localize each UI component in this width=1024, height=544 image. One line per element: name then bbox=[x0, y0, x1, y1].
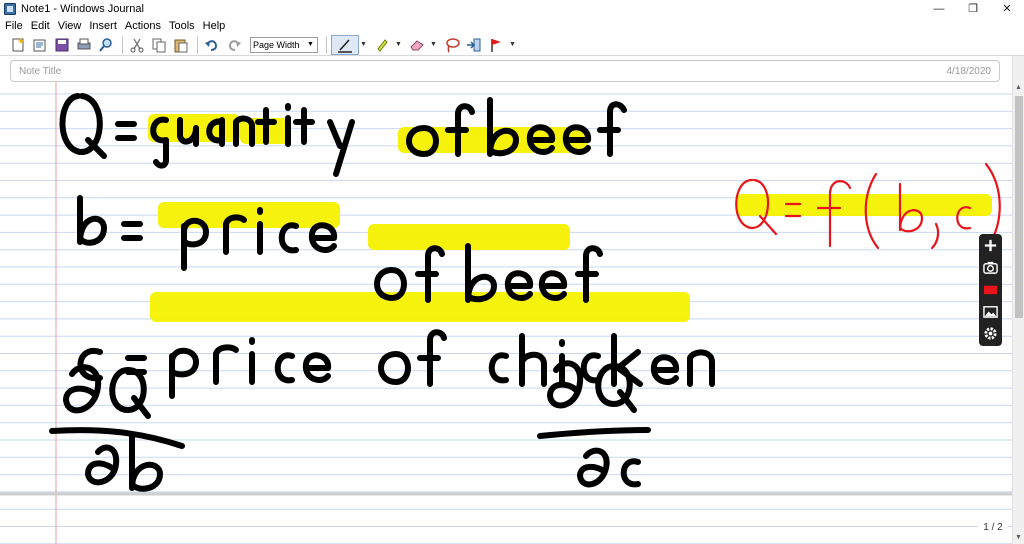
menu-bar: File Edit View Insert Actions Tools Help bbox=[0, 17, 1024, 34]
close-button[interactable]: ✕ bbox=[990, 0, 1024, 17]
highlighter-dropdown-icon[interactable]: ▼ bbox=[394, 41, 403, 48]
find-button[interactable] bbox=[96, 35, 116, 55]
save-icon bbox=[55, 38, 69, 51]
pen-icon bbox=[338, 38, 352, 53]
highlighter-icon bbox=[377, 38, 388, 52]
cut-icon bbox=[130, 38, 144, 52]
undo-button[interactable] bbox=[202, 35, 222, 55]
menu-actions[interactable]: Actions bbox=[124, 20, 166, 32]
settings-icon bbox=[984, 326, 997, 340]
note-page[interactable]: Note Title 4/18/2020 1 / 2 bbox=[0, 56, 1012, 544]
copy-button[interactable] bbox=[149, 35, 169, 55]
new-note-icon bbox=[12, 37, 24, 51]
flag-icon bbox=[491, 38, 501, 52]
find-icon bbox=[99, 37, 112, 52]
pen-dropdown-icon[interactable]: ▼ bbox=[359, 41, 368, 48]
note-date: 4/18/2020 bbox=[946, 66, 992, 77]
menu-help[interactable]: Help bbox=[202, 20, 231, 32]
menu-tools[interactable]: Tools bbox=[168, 20, 200, 32]
screenshot-button[interactable] bbox=[981, 258, 1000, 276]
note-title-box[interactable]: Note Title 4/18/2020 bbox=[10, 60, 1000, 82]
eraser-icon bbox=[410, 39, 424, 50]
save-button[interactable] bbox=[52, 35, 72, 55]
menu-edit[interactable]: Edit bbox=[30, 20, 55, 32]
settings-button[interactable] bbox=[981, 324, 1000, 342]
copy-icon bbox=[152, 38, 166, 52]
minimize-button[interactable]: — bbox=[922, 0, 956, 17]
open-button[interactable] bbox=[30, 35, 50, 55]
redo-button[interactable] bbox=[224, 35, 244, 55]
toolbar: Page Width ▼ ▼ ▼ ▼ ▼ bbox=[0, 34, 1024, 56]
paste-icon bbox=[174, 39, 188, 52]
window-title: Note1 - Windows Journal bbox=[21, 2, 144, 15]
cut-button[interactable] bbox=[127, 35, 147, 55]
flag-button[interactable] bbox=[486, 35, 506, 55]
note-title-placeholder: Note Title bbox=[19, 66, 62, 77]
lasso-select-icon bbox=[446, 37, 460, 53]
page-indicator: 1 / 2 bbox=[978, 522, 1008, 536]
record-button[interactable] bbox=[981, 280, 1000, 298]
image-icon bbox=[983, 305, 998, 318]
vertical-scrollbar[interactable]: ▲ ▼ bbox=[1012, 56, 1024, 544]
print-icon bbox=[77, 38, 91, 49]
menu-file[interactable]: File bbox=[4, 20, 28, 32]
toolbar-separator bbox=[326, 35, 327, 54]
paste-button[interactable] bbox=[171, 35, 191, 55]
add-button[interactable] bbox=[981, 236, 1000, 254]
image-button[interactable] bbox=[981, 302, 1000, 320]
insert-space-button[interactable] bbox=[464, 35, 484, 55]
title-bar: Note1 - Windows Journal — ❐ ✕ bbox=[0, 0, 1024, 17]
eraser-dropdown-icon[interactable]: ▼ bbox=[429, 41, 438, 48]
toolbar-separator bbox=[122, 35, 123, 54]
insert-space-icon bbox=[467, 38, 481, 51]
menu-insert[interactable]: Insert bbox=[88, 20, 122, 32]
undo-icon bbox=[205, 39, 218, 51]
highlighter-button[interactable] bbox=[372, 35, 392, 55]
restore-button[interactable]: ❐ bbox=[956, 0, 990, 17]
zoom-select[interactable]: Page Width ▼ bbox=[250, 36, 318, 53]
new-note-button[interactable] bbox=[8, 35, 28, 55]
journal-app-icon bbox=[4, 2, 16, 15]
recorder-panel bbox=[979, 234, 1002, 346]
camera-icon bbox=[983, 261, 998, 274]
chevron-down-icon: ▼ bbox=[307, 41, 314, 48]
window-controls: — ❐ ✕ bbox=[922, 0, 1024, 17]
toolbar-separator bbox=[197, 35, 198, 54]
add-icon bbox=[984, 239, 997, 251]
eraser-button[interactable] bbox=[407, 35, 427, 55]
open-icon bbox=[33, 39, 46, 51]
flag-dropdown-icon[interactable]: ▼ bbox=[508, 41, 517, 48]
print-button[interactable] bbox=[74, 35, 94, 55]
lasso-select-button[interactable] bbox=[442, 35, 462, 55]
record-icon bbox=[983, 285, 998, 294]
zoom-value: Page Width bbox=[253, 39, 300, 50]
redo-icon bbox=[228, 39, 241, 51]
scroll-up-icon[interactable]: ▲ bbox=[1013, 80, 1024, 94]
scrollbar-thumb[interactable] bbox=[1015, 96, 1023, 318]
ruled-paper bbox=[0, 82, 1012, 544]
pen-button[interactable] bbox=[331, 34, 359, 55]
scroll-down-icon[interactable]: ▼ bbox=[1013, 530, 1024, 544]
menu-view[interactable]: View bbox=[57, 20, 87, 32]
